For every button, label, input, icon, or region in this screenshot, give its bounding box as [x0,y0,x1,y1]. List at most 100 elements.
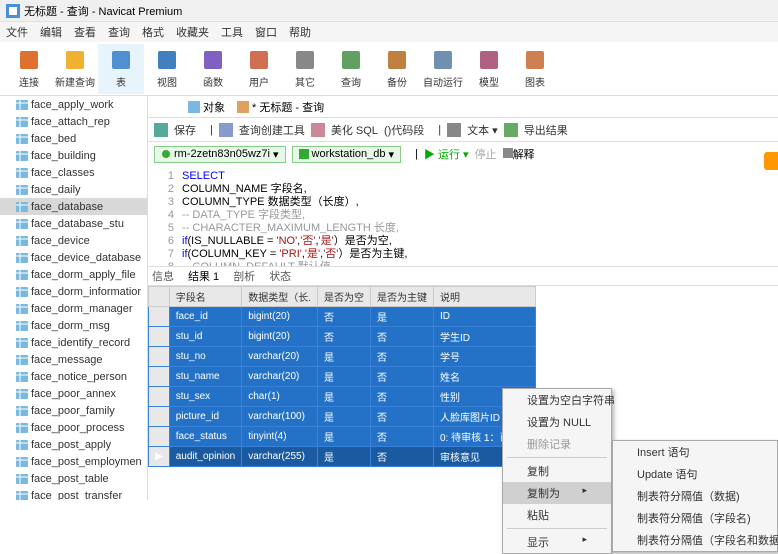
result-tabs: 信息 结果 1 剖析 状态 [148,266,778,286]
wizard-icon[interactable] [219,123,233,137]
tree-item[interactable]: face_message [0,351,147,368]
tool-newq[interactable]: 新建查询 [52,44,98,94]
table-row[interactable]: stu_novarchar(20)是否学号 [149,347,536,367]
menu-item[interactable]: 查询 [108,24,130,40]
tab-info[interactable]: 信息 [152,268,174,284]
sql-editor[interactable]: 1SELECT2 COLUMN_NAME 字段名,3 COLUMN_TYPE 数… [148,166,778,266]
tree-item[interactable]: face_database_stu [0,215,147,232]
explain-button[interactable]: 解释 [503,146,535,162]
code-snippet-button[interactable]: ()代码段 [384,122,424,138]
menu-item[interactable]: 收藏夹 [176,24,209,40]
tool-auto[interactable]: 自动运行 [420,44,466,94]
tree-item[interactable]: face_device_database [0,249,147,266]
menu-item[interactable]: 工具 [221,24,243,40]
menu-item[interactable]: Insert 语句 [613,441,777,463]
save-icon[interactable] [154,123,168,137]
menu-item[interactable]: 制表符分隔值（字段名) [613,507,777,529]
tree-item[interactable]: face_dorm_informatior [0,283,147,300]
menu-item[interactable]: 文件 [6,24,28,40]
schema-select[interactable]: workstation_db▾ [292,146,402,163]
tree-item[interactable]: face_post_transfer [0,487,147,500]
side-badge[interactable] [764,152,778,170]
column-header[interactable]: 说明 [433,287,535,307]
column-header[interactable]: 字段名 [169,287,242,307]
table-row[interactable]: stu_idbigint(20)否否学生ID [149,327,536,347]
save-button[interactable]: 保存 [174,122,196,138]
tool-fx[interactable]: 函数 [190,44,236,94]
tab-objects[interactable]: 对象 [188,99,225,115]
menu-item[interactable]: 编辑 [40,24,62,40]
tree-item[interactable]: face_bed [0,130,147,147]
tab-profile[interactable]: 剖析 [233,268,255,284]
table-row[interactable]: stu_sexchar(1)是否性别 [149,387,536,407]
table-row[interactable]: ▶audit_opinionvarchar(255)是否审核意见 [149,447,536,467]
object-tree[interactable]: face_apply_workface_attach_repface_bedfa… [0,96,148,500]
menu-item[interactable]: Update 语句 [613,463,777,485]
tree-item[interactable]: face_building [0,147,147,164]
tree-item[interactable]: face_post_employmen [0,453,147,470]
export-button[interactable]: 导出结果 [524,122,568,138]
beautify-icon[interactable] [311,123,325,137]
tree-item[interactable]: face_apply_work [0,96,147,113]
menu-item[interactable]: 格式 [142,24,164,40]
view-icon [155,48,179,72]
tree-item[interactable]: face_attach_rep [0,113,147,130]
tree-item[interactable]: face_dorm_manager [0,300,147,317]
run-button[interactable]: ▶ 运行 ▾ [424,146,469,162]
beautify-button[interactable]: 美化 SQL [331,122,378,138]
table-row[interactable]: stu_namevarchar(20)是否姓名 [149,367,536,387]
menu-item[interactable]: 查看 [74,24,96,40]
table-row[interactable]: face_statustinyint(4)是否0: 待审核 1：已通过 [149,427,536,447]
tree-item[interactable]: face_classes [0,164,147,181]
menu-item[interactable]: 复制 [503,460,611,482]
tree-item[interactable]: face_poor_annex [0,385,147,402]
column-header[interactable]: 数据类型（长. [242,287,318,307]
text-icon[interactable] [447,123,461,137]
tool-plug[interactable]: 连接 [6,44,52,94]
menu-item[interactable]: 粘贴 [503,504,611,526]
tool-view[interactable]: 视图 [144,44,190,94]
column-header[interactable]: 是否为空 [317,287,370,307]
query-builder-button[interactable]: 查询创建工具 [239,122,305,138]
export-icon[interactable] [504,123,518,137]
tab-query[interactable]: * 无标题 - 查询 [237,99,324,115]
tree-item[interactable]: face_database [0,198,147,215]
tree-item[interactable]: face_dorm_msg [0,317,147,334]
auto-icon [431,48,455,72]
menu-item[interactable]: 设置为空白字符串 [503,389,611,411]
tree-item[interactable]: face_identify_record [0,334,147,351]
tool-table[interactable]: 表 [98,44,144,94]
table-row[interactable]: picture_idvarchar(100)是否人脸库图片ID [149,407,536,427]
title-bar: 无标题 - 查询 - Navicat Premium [0,0,778,22]
menu-item[interactable]: 窗口 [255,24,277,40]
menu-item[interactable]: 设置为 NULL [503,411,611,433]
tree-item[interactable]: face_poor_family [0,402,147,419]
tree-item[interactable]: face_poor_process [0,419,147,436]
menu-item[interactable]: 帮助 [289,24,311,40]
menu-item[interactable]: 显示 [503,531,611,553]
tool-chart[interactable]: 图表 [512,44,558,94]
menu-item[interactable]: 制表符分隔值（数据) [613,485,777,507]
tree-item[interactable]: face_dorm_apply_file [0,266,147,283]
connection-select[interactable]: rm-2zetn83n05wz7i▾ [154,146,286,163]
tool-other[interactable]: 其它 [282,44,328,94]
menu-item[interactable]: 制表符分隔值（字段名和数据) [613,529,777,551]
column-header[interactable]: 是否为主键 [370,287,433,307]
tool-query[interactable]: 查询 [328,44,374,94]
tab-status[interactable]: 状态 [269,268,291,284]
tool-model[interactable]: 模型 [466,44,512,94]
tree-item[interactable]: face_post_apply [0,436,147,453]
text-button[interactable]: 文本 ▾ [467,122,498,138]
tab-result1[interactable]: 结果 1 [188,268,219,284]
menu-item[interactable]: 删除记录 [503,433,611,455]
menu-item[interactable]: 复制为 [503,482,611,504]
tool-user[interactable]: 用户 [236,44,282,94]
tree-item[interactable]: face_post_table [0,470,147,487]
table-row[interactable]: face_idbigint(20)否是ID [149,307,536,327]
context-submenu[interactable]: Insert 语句Update 语句制表符分隔值（数据)制表符分隔值（字段名)制… [612,440,778,552]
tree-item[interactable]: face_notice_person [0,368,147,385]
context-menu[interactable]: 设置为空白字符串设置为 NULL删除记录复制复制为粘贴显示 [502,388,612,554]
tree-item[interactable]: face_device [0,232,147,249]
tree-item[interactable]: face_daily [0,181,147,198]
tool-backup[interactable]: 备份 [374,44,420,94]
